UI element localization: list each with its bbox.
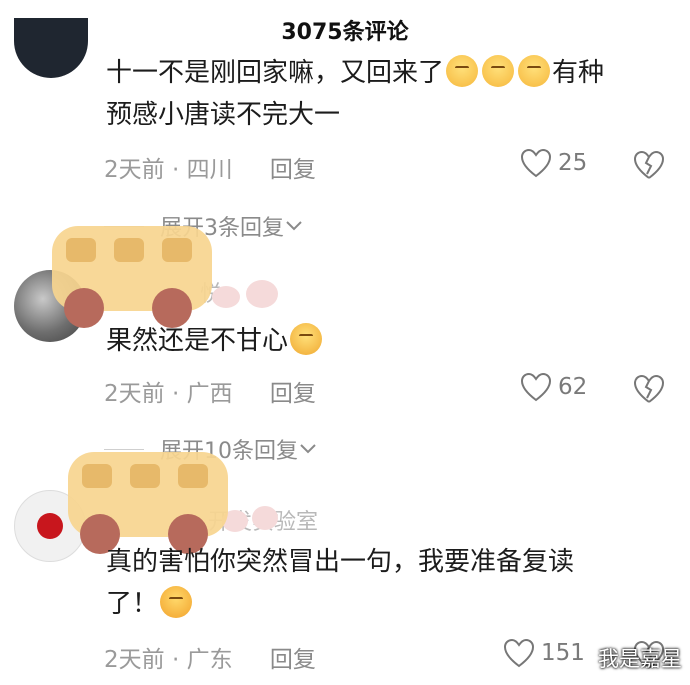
comment-text: 真的害怕你突然冒出一句，我要准备复读 了！: [106, 541, 681, 625]
like-count: 151: [541, 640, 585, 666]
comment-text-line: 果然还是不甘心: [106, 326, 289, 356]
broken-heart-icon[interactable]: [633, 374, 665, 404]
sticker-blob: [212, 286, 240, 308]
sticker-blob: [246, 280, 278, 308]
heart-icon: [520, 148, 552, 178]
like-button[interactable]: 151: [503, 638, 585, 668]
emoji-icon: [290, 323, 323, 355]
watermark: 我是嘉星: [598, 647, 682, 671]
comment-meta: 2天前 · 广东 回复: [104, 647, 316, 673]
comment-time: 2天前: [104, 381, 165, 407]
comment-location: 广西: [186, 381, 233, 407]
reply-button[interactable]: 回复: [270, 157, 316, 183]
like-button[interactable]: 25: [520, 148, 587, 178]
comment-text: 果然还是不甘心: [106, 320, 681, 362]
bus-wheel: [64, 288, 104, 328]
broken-heart-icon[interactable]: [633, 150, 665, 180]
bus-window: [130, 464, 160, 488]
like-count: 62: [558, 374, 588, 400]
comments-count-title: 3075条评论: [281, 20, 409, 45]
reply-button[interactable]: 回复: [270, 647, 316, 673]
comment-text-suffix: 有种: [552, 58, 605, 88]
bus-window: [178, 464, 208, 488]
emoji-icon: [160, 586, 193, 618]
comment-text: 十一不是刚回家嘛，又回来了 有种 预感小唐读不完大一: [106, 52, 681, 136]
comment-meta: 2天前 · 四川 回复: [104, 157, 316, 183]
comment-text-line: 了！: [106, 589, 159, 619]
rose-image: [37, 513, 63, 539]
emoji-icon: [518, 55, 551, 87]
emoji-icon: [482, 55, 515, 87]
bus-window: [114, 238, 144, 262]
comment-text-line: 预感小唐读不完大一: [106, 100, 341, 130]
bus-window: [162, 238, 192, 262]
avatar[interactable]: [14, 18, 88, 78]
chevron-down-icon: [300, 444, 316, 454]
comment-location: 广东: [186, 647, 233, 673]
bus-window: [66, 238, 96, 262]
heart-icon: [503, 638, 535, 668]
sticker-blob: [252, 506, 278, 530]
comment-meta: 2天前 · 广西 回复: [104, 381, 316, 407]
divider: [104, 448, 144, 450]
chevron-down-icon: [286, 221, 302, 231]
heart-icon: [520, 372, 552, 402]
like-count: 25: [558, 150, 588, 176]
like-button[interactable]: 62: [520, 372, 587, 402]
emoji-icon: [446, 55, 479, 87]
comment-location: 四川: [186, 157, 233, 183]
bus-window: [82, 464, 112, 488]
reply-button[interactable]: 回复: [270, 381, 316, 407]
comment-time: 2天前: [104, 157, 165, 183]
comment-text-line: 真的害怕你突然冒出一句，我要准备复读: [106, 547, 575, 577]
comment-time: 2天前: [104, 647, 165, 673]
comment-text-line: 十一不是刚回家嘛，又回来了: [106, 58, 445, 88]
